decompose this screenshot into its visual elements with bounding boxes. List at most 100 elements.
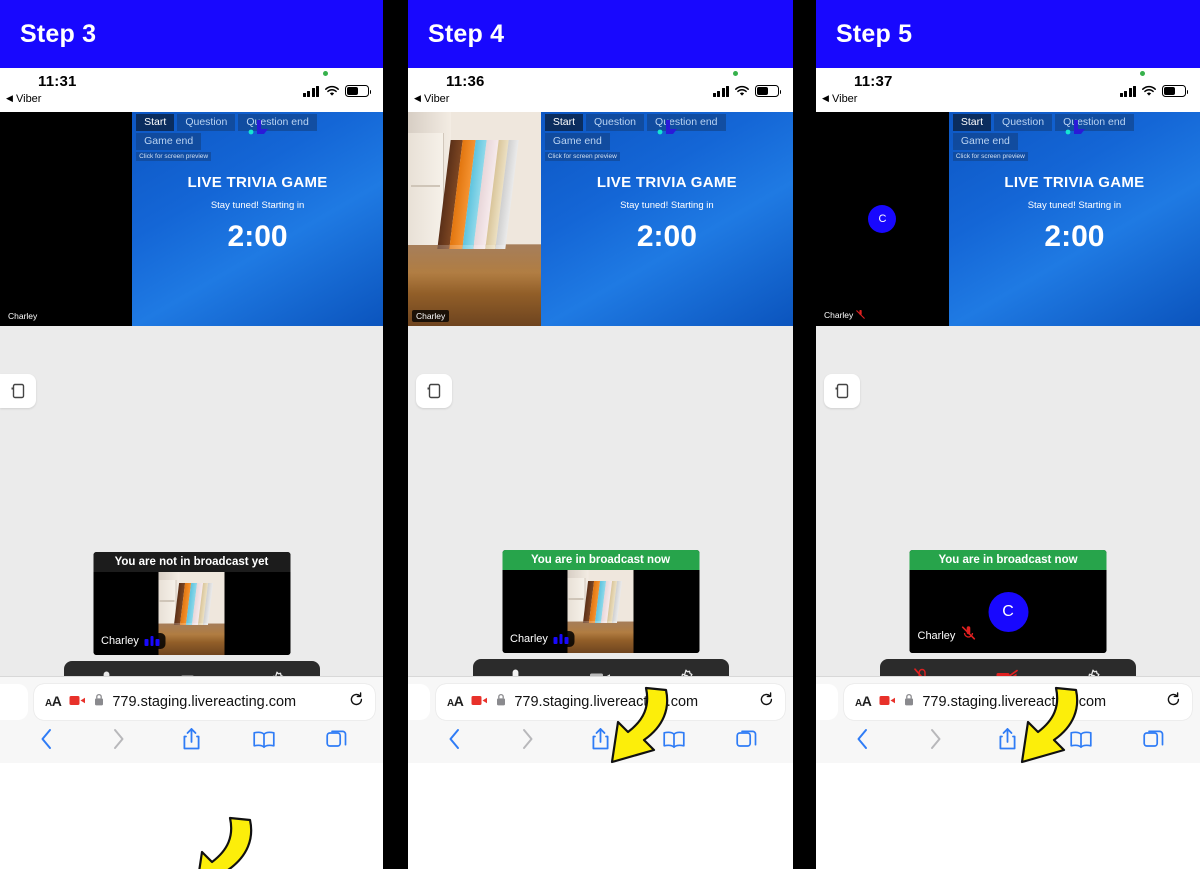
rotate-screen-icon bbox=[11, 383, 25, 399]
status-back-app[interactable]: ◀ Viber bbox=[414, 93, 449, 105]
rotate-screen-button[interactable] bbox=[416, 374, 452, 408]
broadcast-video-area: C Charley bbox=[909, 570, 1107, 653]
broadcast-avatar: C bbox=[988, 591, 1028, 632]
stage-title: LIVE TRIVIA GAME bbox=[187, 174, 328, 191]
instruction-arrow-icon bbox=[198, 816, 253, 869]
broadcast-status-banner: You are in broadcast now bbox=[502, 550, 699, 570]
forward-icon bbox=[99, 724, 139, 754]
broadcast-preview-card[interactable]: You are not in broadcast yet Charley bbox=[93, 552, 290, 655]
cellular-signal-icon bbox=[712, 85, 729, 97]
broadcast-preview-card[interactable]: You are in broadcast now C Charley bbox=[909, 550, 1107, 653]
reload-icon[interactable] bbox=[759, 691, 774, 713]
broadcast-participant-name: Charley bbox=[99, 633, 166, 649]
back-icon[interactable] bbox=[26, 724, 66, 754]
url-text[interactable]: 779.staging.livereacting.com bbox=[514, 694, 751, 710]
stage-game-preview[interactable]: Start Question Question end Game end Cli… bbox=[540, 112, 793, 326]
tabs-icon[interactable] bbox=[317, 724, 357, 754]
stage-tab-game-end[interactable]: Game end bbox=[952, 133, 1018, 150]
safari-side-pill[interactable] bbox=[816, 684, 838, 720]
rotate-screen-button[interactable] bbox=[824, 374, 860, 408]
stage-tab-row: Start Question Question end bbox=[952, 114, 1134, 131]
url-text[interactable]: 779.staging.livereacting.com bbox=[922, 694, 1158, 710]
stage-tab-row-2: Game end bbox=[952, 133, 1018, 150]
stage-preview-note[interactable]: Click for screen preview bbox=[544, 152, 620, 161]
panel-step-4: Step 4 11:36 ◀ Viber Charley Start Quest… bbox=[408, 0, 793, 869]
tabs-icon[interactable] bbox=[727, 724, 767, 754]
stage-preview-note[interactable]: Click for screen preview bbox=[136, 152, 212, 161]
share-icon[interactable] bbox=[581, 724, 621, 754]
camera-permission-icon[interactable] bbox=[69, 693, 86, 711]
safari-nav-row bbox=[816, 721, 1200, 757]
safari-side-pill[interactable] bbox=[0, 684, 28, 720]
panel-step-3: Step 3 11:31 ◀ Viber Charley Start Quest bbox=[0, 0, 383, 869]
safari-side-pill[interactable] bbox=[408, 684, 430, 720]
text-size-button[interactable]: AA bbox=[855, 693, 872, 711]
back-app-label: Viber bbox=[423, 93, 450, 105]
safari-bottom-bar: AA 779.staging.livereacting.com bbox=[816, 676, 1200, 763]
back-app-label: Viber bbox=[831, 93, 858, 105]
reload-icon[interactable] bbox=[1166, 691, 1181, 713]
stage-countdown: 2:00 bbox=[1044, 220, 1105, 253]
safari-url-row: AA 779.staging.livereacting.com bbox=[816, 683, 1200, 721]
stage-camera-name: Charley bbox=[412, 309, 450, 322]
safari-bottom-bar: AA 779.staging.livereacting.com bbox=[408, 676, 793, 763]
rotate-screen-icon bbox=[835, 383, 849, 399]
url-text[interactable]: 779.staging.livereacting.com bbox=[112, 694, 341, 710]
back-icon[interactable] bbox=[842, 724, 882, 754]
stage-tab-question[interactable]: Question bbox=[177, 114, 236, 131]
rotate-screen-button[interactable] bbox=[0, 374, 36, 408]
panel-step-5: Step 5 11:37 ◀ Viber C Charley Start Que… bbox=[816, 0, 1200, 869]
broadcast-status-banner: You are not in broadcast yet bbox=[93, 552, 290, 572]
back-icon[interactable] bbox=[435, 724, 475, 754]
stage-countdown: 2:00 bbox=[636, 220, 697, 253]
reload-icon[interactable] bbox=[349, 691, 364, 713]
stage-tab-start[interactable]: Start bbox=[136, 114, 175, 131]
status-back-app[interactable]: ◀ Viber bbox=[822, 93, 857, 105]
back-triangle-icon: ◀ bbox=[6, 93, 13, 103]
audio-level-icon bbox=[144, 636, 160, 646]
ios-status-bar: 11:31 ◀ Viber bbox=[0, 68, 383, 112]
livereacting-logo-icon bbox=[657, 118, 683, 143]
share-icon[interactable] bbox=[988, 724, 1028, 754]
bookmarks-icon[interactable] bbox=[654, 724, 694, 754]
ios-status-bar: 11:36 ◀ Viber bbox=[408, 68, 793, 112]
text-size-button[interactable]: AA bbox=[447, 693, 464, 711]
broadcast-status-banner: You are in broadcast now bbox=[909, 550, 1107, 570]
camera-permission-icon[interactable] bbox=[471, 693, 488, 711]
status-back-app[interactable]: ◀ Viber bbox=[6, 93, 41, 105]
back-app-label: Viber bbox=[15, 93, 42, 105]
share-icon[interactable] bbox=[171, 724, 211, 754]
ios-status-bar: 11:37 ◀ Viber bbox=[816, 68, 1200, 112]
camera-permission-icon[interactable] bbox=[879, 693, 896, 711]
stage-tab-game-end[interactable]: Game end bbox=[544, 133, 610, 150]
stage-tab-row-2: Game end bbox=[544, 133, 610, 150]
panel-divider-2 bbox=[793, 0, 816, 869]
stage-tab-start[interactable]: Start bbox=[952, 114, 992, 131]
broadcast-preview-card[interactable]: You are in broadcast now Charley bbox=[502, 550, 699, 653]
stream-stage: Charley Start Question Question end Game… bbox=[408, 112, 793, 326]
stage-subtitle: Stay tuned! Starting in bbox=[1027, 200, 1122, 211]
stage-preview-note[interactable]: Click for screen preview bbox=[952, 152, 1028, 161]
safari-address-bar[interactable]: AA 779.staging.livereacting.com bbox=[844, 684, 1192, 720]
stage-title: LIVE TRIVIA GAME bbox=[596, 174, 737, 191]
stage-avatar: C bbox=[868, 205, 897, 233]
bookmarks-icon[interactable] bbox=[244, 724, 284, 754]
audio-level-icon bbox=[553, 634, 569, 644]
stage-game-preview[interactable]: Start Question Question end Game end Cli… bbox=[948, 112, 1200, 326]
bookmarks-icon[interactable] bbox=[1061, 724, 1101, 754]
stage-tab-game-end[interactable]: Game end bbox=[136, 133, 202, 150]
safari-address-bar[interactable]: AA 779.staging.livereacting.com bbox=[436, 684, 785, 720]
lock-icon bbox=[904, 693, 914, 711]
stage-camera-tile: Charley bbox=[0, 112, 133, 326]
stage-tab-start[interactable]: Start bbox=[544, 114, 583, 131]
tabs-icon[interactable] bbox=[1134, 724, 1174, 754]
battery-icon bbox=[1162, 85, 1189, 97]
page-body: You are in broadcast now C Charley AA 77… bbox=[816, 326, 1200, 764]
safari-address-bar[interactable]: AA 779.staging.livereacting.com bbox=[34, 684, 375, 720]
stage-tab-question[interactable]: Question bbox=[994, 114, 1053, 131]
stage-game-preview[interactable]: Start Question Question end Game end Cli… bbox=[132, 112, 383, 326]
text-size-button[interactable]: AA bbox=[45, 693, 62, 711]
camera-active-dot-icon bbox=[1140, 71, 1145, 76]
battery-icon bbox=[755, 85, 782, 97]
stage-tab-question[interactable]: Question bbox=[586, 114, 645, 131]
